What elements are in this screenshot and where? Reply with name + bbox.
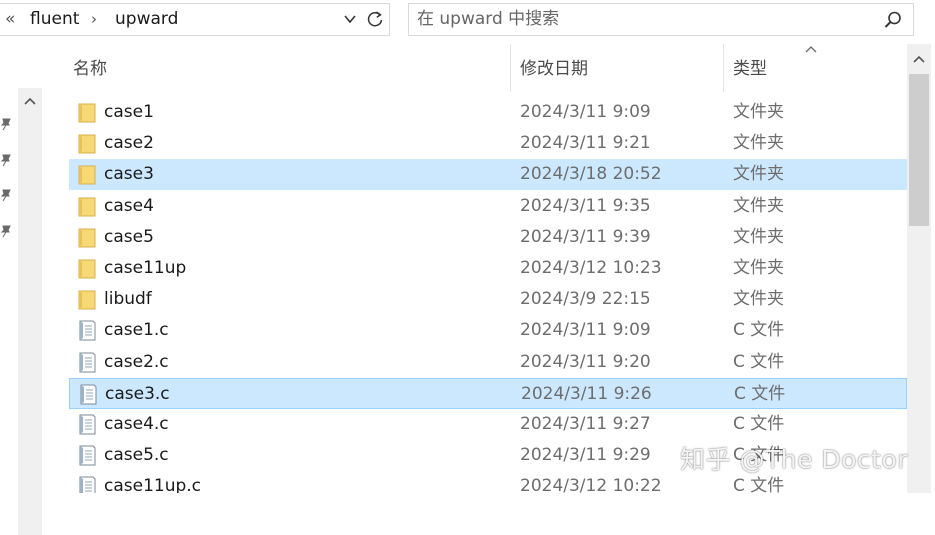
folder-row[interactable]: libudf 2024/3/9 22:15 文件夹 (69, 284, 907, 315)
c-file-icon (76, 319, 98, 342)
file-name: case2.c (104, 351, 169, 372)
file-name: case1.c (104, 320, 169, 341)
search-box[interactable] (408, 3, 914, 36)
vertical-scrollbar[interactable] (907, 44, 931, 493)
file-list: case1 2024/3/11 9:09 文件夹 case2 2024/3/11 9:2… (0, 97, 935, 493)
column-headers: 名称 修改日期 类型 (44, 44, 906, 92)
c-file-icon (76, 475, 98, 493)
file-type: C 文件 (733, 320, 785, 341)
file-type: 文件夹 (733, 102, 784, 122)
search-icon[interactable] (883, 10, 903, 30)
file-name: libudf (104, 289, 152, 310)
file-name: case4 (104, 195, 154, 216)
folder-row[interactable]: case4 2024/3/11 9:35 文件夹 (69, 191, 907, 222)
file-modified-date: 2024/3/11 9:09 (520, 102, 651, 122)
folder-row[interactable]: case1 2024/3/11 9:09 文件夹 (69, 97, 907, 128)
file-name: case2 (104, 133, 154, 154)
watermark: 知乎 @The Doctor (680, 445, 909, 474)
search-input[interactable] (417, 8, 857, 30)
file-modified-date: 2024/3/11 9:26 (521, 383, 652, 404)
folder-icon (76, 195, 98, 218)
file-modified-date: 2024/3/11 9:27 (520, 414, 651, 434)
column-divider[interactable] (723, 44, 724, 92)
file-name: case3 (104, 164, 154, 185)
folder-icon (76, 257, 98, 280)
file-type: 文件夹 (733, 226, 784, 247)
file-name: case5 (104, 226, 154, 247)
file-modified-date: 2024/3/11 9:35 (520, 195, 651, 216)
c-file-icon (77, 383, 99, 406)
file-type: 文件夹 (733, 133, 784, 154)
chevron-down-icon[interactable] (342, 11, 358, 27)
column-header-name[interactable]: 名称 (73, 58, 107, 80)
column-header-modified[interactable]: 修改日期 (520, 58, 588, 80)
file-name: case1 (104, 102, 154, 122)
file-modified-date: 2024/3/9 22:15 (520, 289, 651, 310)
file-modified-date: 2024/3/18 20:52 (520, 164, 662, 185)
breadcrumb-upward[interactable]: upward (115, 9, 178, 29)
folder-row[interactable]: case11up 2024/3/12 10:23 文件夹 (69, 253, 907, 284)
file-type: C 文件 (733, 414, 785, 434)
file-name: case4.c (104, 414, 169, 434)
file-modified-date: 2024/3/11 9:09 (520, 320, 651, 341)
chevron-up-icon[interactable] (907, 44, 931, 74)
file-modified-date: 2024/3/12 10:22 (520, 476, 662, 493)
folder-icon (76, 288, 98, 311)
file-type: C 文件 (734, 383, 786, 404)
c-file-icon (76, 351, 98, 374)
breadcrumb-fluent[interactable]: fluent (30, 9, 79, 29)
folder-icon (76, 132, 98, 155)
file-type: C 文件 (733, 476, 785, 493)
file-name: case5.c (104, 445, 169, 466)
c-file-icon (76, 413, 98, 436)
column-divider[interactable] (510, 44, 511, 92)
file-row[interactable]: case1.c 2024/3/11 9:09 C 文件 (69, 315, 907, 346)
file-name: case11up.c (104, 476, 202, 493)
column-header-type[interactable]: 类型 (733, 58, 767, 80)
file-row[interactable]: case3.c 2024/3/11 9:26 C 文件 (69, 377, 907, 409)
folder-row[interactable]: case3 2024/3/18 20:52 文件夹 (69, 159, 907, 191)
file-modified-date: 2024/3/11 9:20 (520, 351, 651, 372)
toolbar: « fluent › upward (0, 0, 935, 42)
overflow-crumb[interactable]: « (5, 9, 15, 29)
file-type: 文件夹 (733, 195, 784, 216)
file-modified-date: 2024/3/11 9:39 (520, 226, 651, 247)
file-modified-date: 2024/3/11 9:21 (520, 133, 651, 154)
sort-ascending-icon (805, 46, 817, 53)
breadcrumb-separator[interactable]: › (91, 9, 97, 29)
file-modified-date: 2024/3/12 10:23 (520, 258, 662, 278)
file-name: case11up (104, 258, 187, 278)
file-type: C 文件 (733, 351, 785, 372)
refresh-icon[interactable] (365, 9, 385, 29)
c-file-icon (76, 444, 98, 467)
folder-icon (76, 163, 98, 186)
file-type: 文件夹 (733, 164, 784, 185)
folder-icon (76, 101, 98, 124)
scrollbar-thumb[interactable] (909, 74, 929, 226)
folder-row[interactable]: case2 2024/3/11 9:21 文件夹 (69, 128, 907, 159)
file-row[interactable]: case2.c 2024/3/11 9:20 C 文件 (69, 347, 907, 378)
file-name: case3.c (105, 383, 170, 404)
address-bar[interactable]: « fluent › upward (0, 3, 390, 36)
file-type: 文件夹 (733, 289, 784, 310)
file-row[interactable]: case4.c 2024/3/11 9:27 C 文件 (69, 409, 907, 440)
file-type: 文件夹 (733, 258, 784, 278)
folder-row[interactable]: case5 2024/3/11 9:39 文件夹 (69, 222, 907, 253)
folder-icon (76, 226, 98, 249)
file-modified-date: 2024/3/11 9:29 (520, 445, 651, 466)
